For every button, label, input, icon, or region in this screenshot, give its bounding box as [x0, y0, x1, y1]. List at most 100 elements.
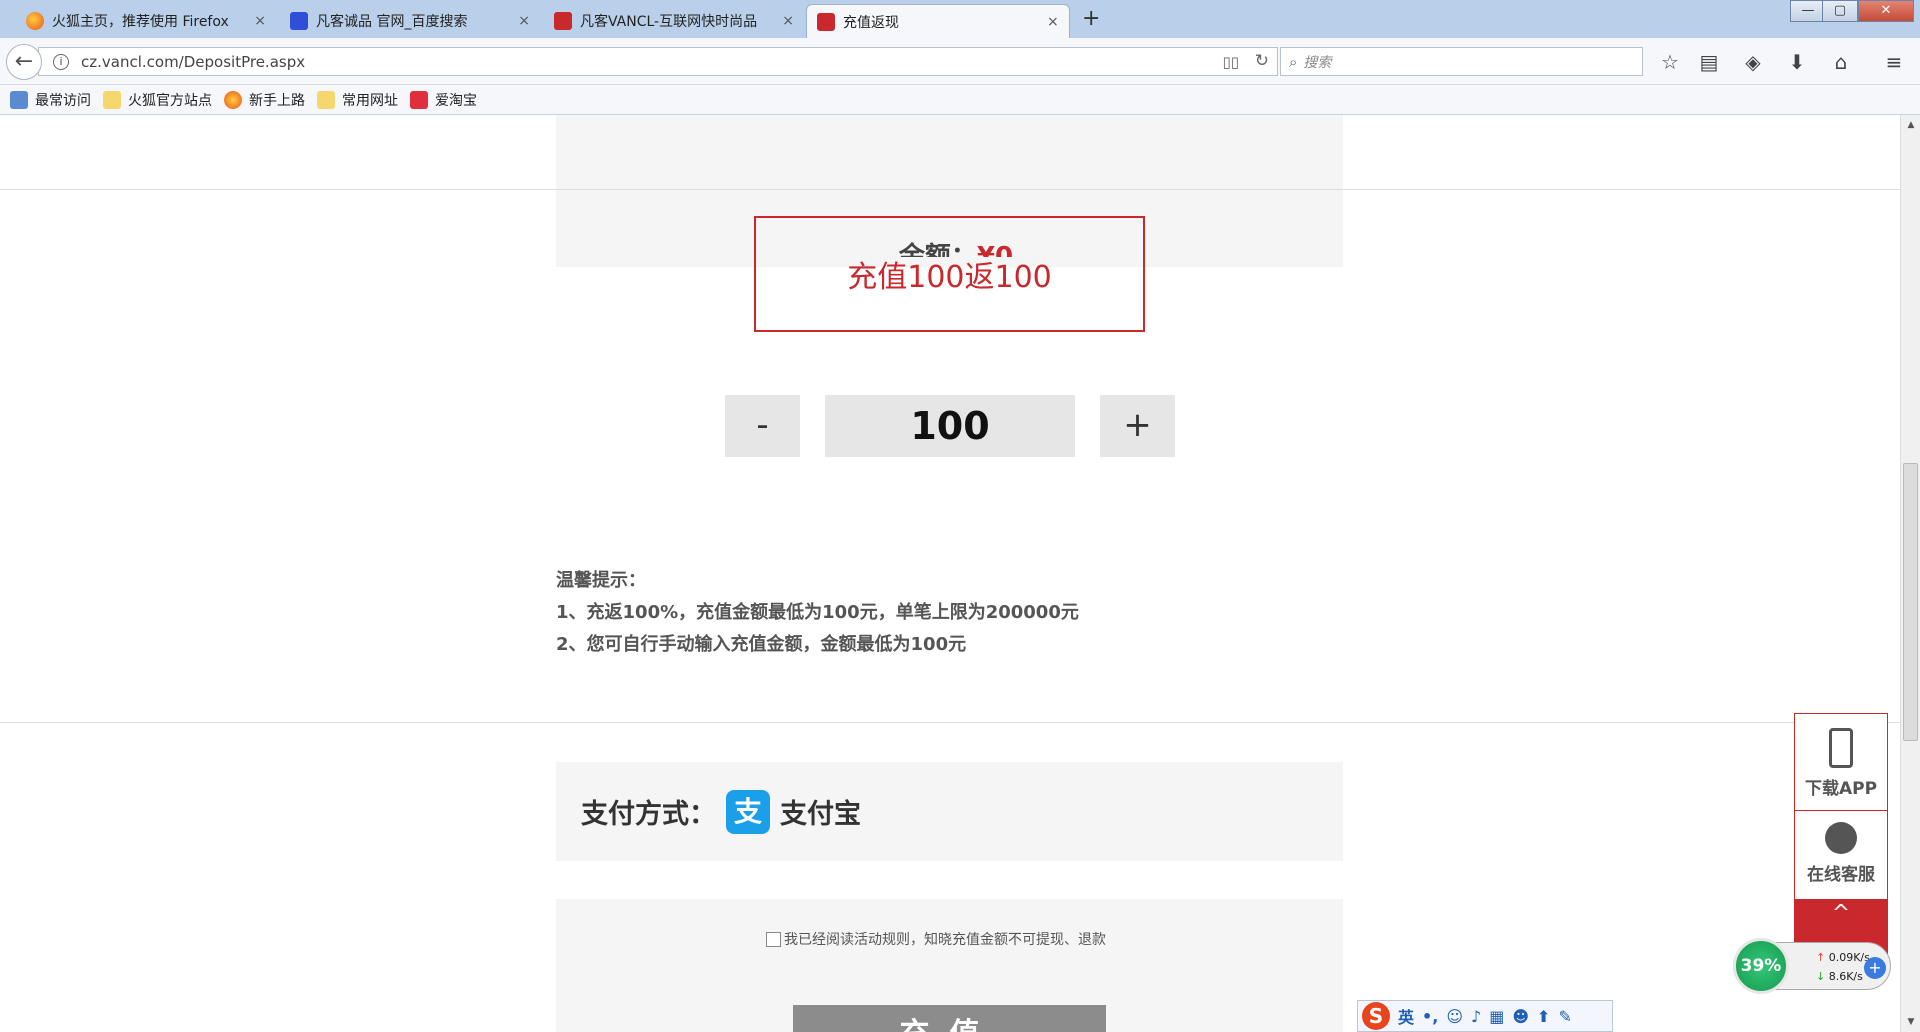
close-icon[interactable]: × — [782, 13, 794, 29]
wrench-icon[interactable]: ✎ — [1558, 1007, 1571, 1026]
minimize-button[interactable]: — — [1790, 0, 1826, 22]
reader-view-icon[interactable]: ▯▯ — [1222, 53, 1239, 71]
frequent-icon — [10, 90, 28, 109]
tab-label: 充值返现 — [843, 14, 899, 31]
ime-toolbar[interactable]: S 英 •, ☺ ♪ ▦ ☻ ⬆ ✎ — [1357, 1000, 1613, 1032]
payment-label: 支付方式： — [581, 799, 716, 830]
info-icon[interactable]: i — [53, 53, 69, 70]
scroll-thumb[interactable] — [1903, 463, 1918, 741]
vancl-icon — [554, 12, 572, 30]
skin-icon[interactable]: ⬆ — [1537, 1007, 1550, 1026]
tab-label: 凡客VANCL-互联网快时尚品 — [580, 14, 758, 30]
bookmark-label: 爱淘宝 — [435, 92, 477, 109]
scroll-down-arrow[interactable]: ▼ — [1901, 1014, 1920, 1030]
divider — [1795, 810, 1887, 811]
download-app-button[interactable]: 下载APP — [1795, 728, 1887, 799]
new-tab-button[interactable]: + — [1082, 6, 1100, 31]
tab-label: 火狐主页，推荐使用 Firefox — [52, 14, 229, 30]
increment-button[interactable]: + — [1100, 395, 1175, 457]
taobao-icon — [410, 90, 428, 109]
bookmark-common-sites[interactable]: 常用网址 — [317, 90, 398, 110]
alipay-icon[interactable]: 支 — [726, 789, 770, 834]
agreement-panel: 我已经阅读活动规则，知晓充值金额不可提现、退款 充值 — [556, 899, 1343, 1032]
upload-speed: ↑ 0.09K/s — [1816, 951, 1870, 964]
user-icon[interactable]: ☻ — [1512, 1007, 1529, 1026]
network-speed-widget[interactable]: 39% ↑ 0.09K/s ↓ 8.6K/s + — [1733, 938, 1891, 994]
submit-button[interactable]: 充值 — [793, 1005, 1106, 1032]
navigation-toolbar: i cz.vancl.com/DepositPre.aspx ▯▯ ↻ ← ⌕ … — [0, 38, 1920, 85]
customer-service-button[interactable]: 在线客服 — [1795, 822, 1887, 885]
bookmark-firefox-site[interactable]: 火狐官方站点 — [103, 90, 212, 110]
tab-bar: 火狐主页，推荐使用 Firefox × 凡客诚品 官网_百度搜索 × 凡客VAN… — [0, 0, 1920, 38]
divider — [0, 189, 1900, 190]
bookmark-label: 常用网址 — [342, 92, 398, 109]
tab-firefox-home[interactable]: 火狐主页，推荐使用 Firefox × — [16, 4, 276, 38]
close-icon[interactable]: × — [254, 13, 266, 29]
bookmark-label: 新手上路 — [249, 92, 305, 109]
search-input[interactable]: 搜索 — [1303, 52, 1331, 72]
download-speed-value: 8.6K/s — [1828, 970, 1863, 983]
download-speed: ↓ 8.6K/s — [1816, 970, 1863, 983]
tab-deposit[interactable]: 充值返现 × — [806, 4, 1070, 38]
ime-language-toggle[interactable]: 英 — [1398, 1004, 1414, 1028]
tips-section: 温馨提示： 1、充返100%，充值金额最低为100元，单笔上限为200000元 … — [556, 565, 1079, 661]
bookmark-getting-started[interactable]: 新手上路 — [224, 90, 305, 110]
upload-arrow-icon: ↑ — [1816, 951, 1826, 964]
sogou-logo-icon[interactable]: S — [1362, 1002, 1390, 1030]
search-bar[interactable]: ⌕ 搜索 — [1280, 47, 1643, 76]
tips-title: 温馨提示： — [556, 570, 646, 591]
page-viewport: 余额：¥0 充值100返100 - + 温馨提示： 1、充返100%，充值金额最… — [0, 115, 1900, 1032]
folder-icon — [317, 90, 335, 109]
close-icon[interactable]: × — [1047, 14, 1059, 30]
close-icon[interactable]: × — [518, 13, 530, 29]
agreement-text: 我已经阅读活动规则，知晓充值金额不可提现、退款 — [784, 932, 1106, 948]
promo-option[interactable]: 充值100返100 — [754, 216, 1145, 332]
bookmark-taobao[interactable]: 爱淘宝 — [410, 90, 477, 110]
reload-icon[interactable]: ↻ — [1255, 51, 1269, 71]
microphone-icon[interactable]: ♪ — [1471, 1007, 1481, 1026]
plus-icon[interactable]: + — [1864, 957, 1886, 979]
firefox-icon — [224, 90, 242, 109]
menu-icon[interactable]: ≡ — [1879, 47, 1909, 77]
tab-vancl-home[interactable]: 凡客VANCL-互联网快时尚品 × — [544, 4, 804, 38]
download-app-label: 下载APP — [1804, 779, 1878, 799]
keyboard-icon[interactable]: ▦ — [1489, 1007, 1504, 1026]
scroll-up-arrow[interactable]: ▲ — [1901, 117, 1920, 133]
window-close-button[interactable]: ✕ — [1858, 0, 1914, 22]
divider — [0, 722, 1900, 723]
url-text[interactable]: cz.vancl.com/DepositPre.aspx — [81, 53, 305, 71]
bookmark-frequent[interactable]: 最常访问 — [10, 90, 91, 110]
decrement-button[interactable]: - — [725, 395, 800, 457]
reading-list-icon[interactable]: ▤ — [1694, 47, 1724, 77]
home-icon[interactable]: ⌂ — [1826, 47, 1856, 77]
upload-speed-value: 0.09K/s — [1828, 951, 1870, 964]
tab-label: 凡客诚品 官网_百度搜索 — [316, 14, 468, 30]
floating-toolbar: 下载APP 在线客服 ^ — [1794, 713, 1888, 959]
download-icon[interactable]: ⬇ — [1782, 47, 1812, 77]
back-button[interactable]: ← — [6, 44, 42, 80]
url-bar[interactable]: i cz.vancl.com/DepositPre.aspx ▯▯ ↻ — [38, 47, 1278, 76]
download-arrow-icon: ↓ — [1816, 970, 1826, 983]
search-icon: ⌕ — [1289, 52, 1298, 71]
headset-icon — [1825, 822, 1857, 854]
vancl-icon — [817, 12, 835, 31]
tab-baidu-search[interactable]: 凡客诚品 官网_百度搜索 × — [280, 4, 540, 38]
vertical-scrollbar[interactable]: ▲ ▼ — [1900, 115, 1920, 1032]
emoji-icon[interactable]: ☺ — [1446, 1007, 1463, 1026]
pocket-icon[interactable]: ◈ — [1738, 47, 1768, 77]
agreement-row: 我已经阅读活动规则，知晓充值金额不可提现、退款 — [766, 929, 1106, 949]
customer-service-label: 在线客服 — [1807, 865, 1875, 885]
agreement-checkbox[interactable] — [766, 931, 781, 947]
tips-line: 1、充返100%，充值金额最低为100元，单笔上限为200000元 — [556, 602, 1079, 623]
tips-line: 2、您可自行手动输入充值金额，金额最低为100元 — [556, 634, 967, 655]
phone-icon — [1829, 728, 1853, 768]
alipay-label[interactable]: 支付宝 — [780, 792, 861, 831]
net-usage-ball[interactable]: 39% — [1733, 938, 1789, 994]
firefox-icon — [26, 12, 44, 30]
folder-icon — [103, 90, 121, 109]
punctuation-icon[interactable]: •, — [1422, 1007, 1438, 1026]
star-icon[interactable]: ☆ — [1655, 47, 1685, 77]
amount-input[interactable] — [825, 395, 1075, 457]
bookmark-label: 火狐官方站点 — [128, 92, 212, 109]
maximize-button[interactable]: ▢ — [1822, 0, 1858, 22]
